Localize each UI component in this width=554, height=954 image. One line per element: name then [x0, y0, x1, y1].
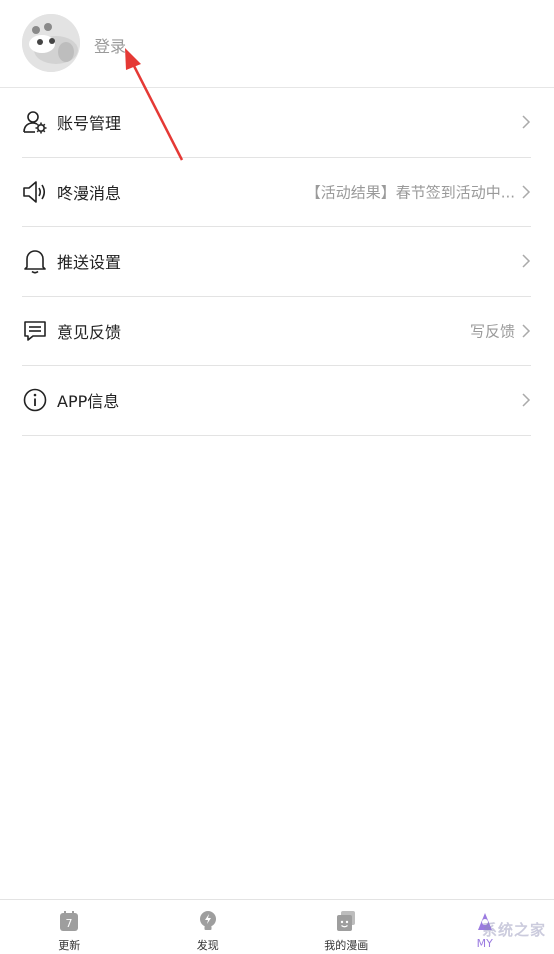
info-icon — [23, 388, 47, 412]
menu-item-feedback[interactable]: 意见反馈 写反馈 — [22, 297, 531, 366]
menu-item-label: 意见反馈 — [57, 322, 122, 342]
chevron-right-icon — [522, 115, 531, 129]
speaker-icon — [23, 180, 46, 203]
latest-message-preview: 【活动结果】春节签到活动中... — [305, 183, 515, 202]
avatar-icon — [22, 14, 80, 72]
chevron-right-icon — [522, 393, 531, 407]
tab-label: 我的漫画 — [324, 939, 369, 952]
bell-icon — [24, 250, 46, 274]
tab-updates[interactable]: 7 更新 — [0, 900, 139, 954]
menu-item-label: 咚漫消息 — [57, 183, 122, 203]
tab-label: 发现 — [196, 939, 219, 952]
bottom-tab-bar: 7 更新 发现 我的漫画 MY — [0, 899, 554, 954]
menu-item-label: 账号管理 — [57, 114, 122, 134]
write-feedback-hint: 写反馈 — [469, 322, 515, 341]
settings-menu: 账号管理 咚漫消息 【活动结果】春节签到活动中... 推送设置 意见反馈 写反馈 — [22, 88, 531, 436]
login-link[interactable]: 登录 — [94, 33, 126, 57]
tab-label: 更新 — [58, 939, 81, 952]
menu-item-account[interactable]: 账号管理 — [22, 88, 531, 158]
chevron-right-icon — [522, 185, 531, 199]
user-gear-icon — [23, 111, 47, 134]
avatar[interactable] — [22, 14, 80, 72]
comic-icon — [337, 911, 356, 931]
lightbulb-icon — [199, 911, 216, 930]
calendar-badge: 7 — [66, 917, 73, 930]
chevron-right-icon — [522, 324, 531, 338]
tab-discover[interactable]: 发现 — [139, 900, 278, 954]
profile-header: 登录 — [0, 0, 554, 88]
menu-item-app-info[interactable]: APP信息 — [22, 366, 531, 436]
chevron-right-icon — [522, 254, 531, 268]
menu-item-messages[interactable]: 咚漫消息 【活动结果】春节签到活动中... — [22, 158, 531, 227]
menu-item-label: 推送设置 — [57, 253, 122, 273]
menu-item-label: APP信息 — [57, 392, 120, 412]
chat-icon — [24, 320, 46, 341]
watermark: 系统之家 — [481, 921, 546, 939]
calendar-icon: 7 — [60, 911, 79, 931]
tab-my-comics[interactable]: 我的漫画 — [277, 900, 416, 954]
menu-item-push-settings[interactable]: 推送设置 — [22, 227, 531, 297]
